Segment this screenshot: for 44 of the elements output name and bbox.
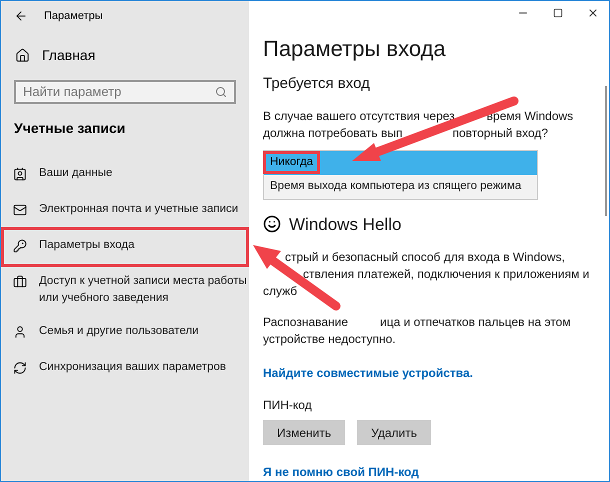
sidebar-item[interactable]: Электронная почта и учетные записи — [3, 193, 247, 229]
pin-button[interactable]: Изменить — [263, 420, 346, 445]
dropdown-option[interactable]: Время выхода компьютера из спящего режима — [264, 174, 537, 198]
section-heading: Требуется вход — [263, 74, 371, 94]
search-input[interactable]: Найти параметр — [23, 82, 215, 102]
forgot-pin-link[interactable]: Я не помню свой ПИН-код — [263, 463, 609, 481]
smiley-icon — [263, 215, 281, 234]
pin-label: ПИН-код — [263, 397, 313, 414]
question-text: время Windows — [486, 108, 574, 124]
description-text: Распознавание — [263, 314, 348, 331]
sync-icon — [13, 361, 27, 375]
briefcase-icon — [13, 275, 27, 289]
description-text: ствления платежей, подключения к приложениям и — [303, 266, 590, 283]
description-text: стрый и безопасный способ для входа в Windows, — [285, 249, 565, 266]
description-text: служб — [263, 283, 298, 300]
close-icon[interactable] — [587, 7, 599, 19]
devices-link[interactable]: Найдите совместимые устройства. — [263, 364, 609, 382]
search-field[interactable]: Найти параметр — [14, 80, 236, 104]
window-title: Параметры — [44, 8, 103, 24]
search-icon — [215, 86, 227, 98]
section-heading: Учетные записи — [14, 119, 126, 138]
sidebar-item[interactable]: Семья и другие пользователи — [3, 315, 247, 351]
sidebar-item[interactable]: Параметры входа — [3, 229, 247, 265]
key-icon — [13, 239, 27, 253]
section-heading: Windows Hello — [289, 214, 402, 236]
sidebar-item[interactable]: Доступ к учетной записи места работы или учебного заведения — [3, 265, 247, 315]
scrollbar[interactable] — [605, 86, 607, 216]
person-icon — [13, 325, 27, 339]
back-icon[interactable] — [14, 9, 28, 23]
home-link[interactable]: Главная — [1, 45, 249, 66]
page-title: Параметры входа — [263, 35, 447, 63]
contact-card-icon — [13, 167, 27, 181]
pin-button[interactable]: Удалить — [357, 420, 431, 445]
dropdown-option[interactable]: Никогда — [264, 150, 537, 174]
description-text: ица и отпечатков пальцев на этом — [380, 314, 571, 331]
maximize-icon[interactable] — [553, 8, 563, 18]
question-text: должна потребовать вып — [263, 124, 402, 142]
home-icon — [15, 48, 30, 63]
envelope-icon — [13, 203, 27, 217]
question-text: В случае вашего отсутствия через — [263, 108, 455, 124]
question-text: повторный вход? — [452, 124, 548, 142]
description-text: устройстве недоступно. — [263, 331, 396, 348]
sidebar-item[interactable]: Ваши данные — [3, 157, 247, 193]
sidebar-item[interactable]: Синхронизация ваших параметров — [3, 351, 247, 387]
